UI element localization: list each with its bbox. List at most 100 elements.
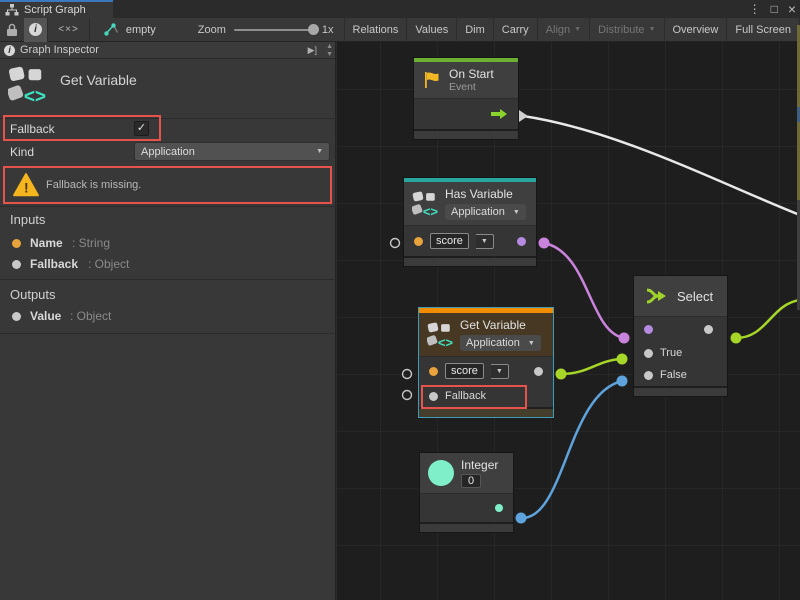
tab-script-graph[interactable]: Script Graph — [0, 0, 113, 18]
warning-message: Fallback is missing. — [46, 179, 141, 191]
node-title: On Start — [449, 67, 494, 81]
chevron-down-icon[interactable]: ▼ — [476, 234, 494, 249]
false-input-port[interactable] — [644, 371, 653, 380]
node-title: Has Variable — [445, 187, 526, 201]
node-body: score ▼ Fallback — [419, 356, 553, 407]
kind-dropdown[interactable]: Application ▼ — [460, 335, 541, 351]
zoom-slider[interactable] — [234, 29, 314, 31]
object-wire-endpoint[interactable] — [556, 369, 567, 380]
node-header[interactable]: Select — [634, 276, 727, 316]
flow-arrow-icon[interactable] — [490, 108, 508, 120]
int-output-port[interactable] — [495, 504, 503, 512]
chevron-down-icon: ▼ — [574, 26, 581, 33]
wire-flow-on-start[interactable] — [523, 116, 800, 215]
tab-label: Script Graph — [24, 4, 86, 16]
node-select[interactable]: Select True False — [634, 276, 727, 396]
lock-icon — [6, 23, 18, 37]
node-body — [414, 98, 518, 129]
condition-input-port[interactable] — [644, 325, 653, 334]
node-header[interactable]: Has Variable Application ▼ — [404, 182, 536, 225]
panel-scroll-arrows[interactable]: ▲ ▼ — [326, 43, 333, 59]
node-get-variable[interactable]: Get Variable Application ▼ score ▼ Fallb… — [419, 308, 553, 417]
object-wire-endpoint[interactable] — [617, 354, 628, 365]
unconnected-port[interactable] — [403, 391, 412, 400]
lock-button[interactable] — [0, 18, 24, 42]
string-input-port[interactable] — [429, 367, 438, 376]
dock-icon[interactable]: ▶] — [308, 45, 317, 56]
dim-button[interactable]: Dim — [457, 18, 494, 42]
wire-object-get-variable-select[interactable] — [561, 359, 622, 374]
true-input-port[interactable] — [644, 349, 653, 358]
maximize-icon[interactable]: □ — [771, 0, 778, 18]
node-footer — [420, 524, 513, 532]
distribute-button: Distribute▼ — [590, 18, 664, 42]
node-has-variable[interactable]: Has Variable Application ▼ score ▼ — [404, 178, 536, 266]
object-wire-endpoint[interactable] — [731, 333, 742, 344]
variable-name-field[interactable]: score — [430, 233, 469, 249]
zoom-label: Zoom — [198, 24, 226, 36]
unconnected-port[interactable] — [403, 370, 412, 379]
pin-name: Name — [30, 236, 63, 250]
integer-icon — [428, 460, 454, 486]
values-button[interactable]: Values — [407, 18, 457, 42]
flow-output-port[interactable] — [519, 110, 528, 122]
graph-canvas[interactable]: On Start Event Has Variable — [337, 42, 800, 600]
node-footer — [404, 258, 536, 266]
node-on-start[interactable]: On Start Event — [414, 58, 518, 139]
variable-name-field[interactable]: score — [445, 363, 484, 379]
wire-bool-has-variable-select[interactable] — [544, 243, 624, 338]
wire-layer — [337, 42, 800, 600]
pin-type: : Object — [88, 257, 129, 271]
node-footer — [634, 388, 727, 396]
align-button: Align▼ — [538, 18, 590, 42]
close-icon[interactable]: × — [788, 0, 796, 18]
menu-icon[interactable]: ⋮ — [749, 0, 761, 18]
kind-dropdown[interactable]: Application ▼ — [445, 204, 526, 220]
node-integer[interactable]: Integer 0 — [420, 453, 513, 532]
select-icon — [644, 286, 670, 306]
bool-output-port[interactable] — [517, 237, 526, 246]
chevron-down-icon[interactable]: ▼ — [491, 364, 509, 379]
object-port-icon — [12, 312, 21, 321]
node-header[interactable]: Get Variable Application ▼ — [419, 313, 553, 356]
kind-dropdown[interactable]: Application ▼ — [134, 142, 330, 161]
relations-button[interactable]: Relations — [344, 18, 408, 42]
value-output-port[interactable] — [534, 367, 543, 376]
svg-text:!: ! — [24, 180, 29, 196]
full-screen-button[interactable]: Full Screen — [727, 18, 800, 42]
outputs-section-title: Outputs — [10, 287, 56, 302]
code-preview-button[interactable]: <×> — [48, 18, 89, 42]
string-input-port[interactable] — [414, 237, 423, 246]
code-icon: <×> — [58, 24, 79, 35]
integer-value-field[interactable]: 0 — [461, 474, 481, 488]
variables-icon — [427, 322, 453, 348]
node-footer — [419, 409, 553, 417]
variables-icon — [8, 66, 46, 104]
input-pin-row: Fallback : Object — [0, 256, 336, 274]
int-wire-endpoint[interactable] — [516, 513, 527, 524]
node-header[interactable]: On Start Event — [414, 62, 518, 98]
graph-pointer-icon — [104, 23, 120, 36]
zoom-slider-handle[interactable] — [308, 24, 319, 35]
fallback-checkbox[interactable]: ✓ — [134, 121, 149, 136]
chevron-down-icon: ▼ — [528, 340, 535, 347]
bool-wire-endpoint[interactable] — [539, 238, 550, 249]
result-output-port[interactable] — [704, 325, 713, 334]
overview-button[interactable]: Overview — [665, 18, 728, 42]
chevron-down-icon: ▼ — [513, 209, 520, 216]
fallback-input-port[interactable] — [429, 392, 438, 401]
scroll-down-icon[interactable]: ▼ — [326, 51, 333, 59]
chevron-down-icon: ▼ — [316, 148, 323, 155]
int-wire-endpoint[interactable] — [617, 376, 628, 387]
wire-object-select-out[interactable] — [736, 300, 800, 338]
unconnected-port[interactable] — [391, 239, 400, 248]
node-header[interactable]: Integer 0 — [420, 453, 513, 493]
scroll-up-icon[interactable]: ▲ — [326, 43, 333, 51]
carry-button[interactable]: Carry — [494, 18, 538, 42]
inspector-toggle-button[interactable]: i — [24, 18, 48, 42]
script-graph-icon — [5, 4, 19, 16]
chevron-down-icon: ▼ — [649, 26, 656, 33]
bool-wire-endpoint[interactable] — [619, 333, 630, 344]
node-body: score ▼ — [404, 225, 536, 256]
flag-icon — [422, 70, 442, 90]
